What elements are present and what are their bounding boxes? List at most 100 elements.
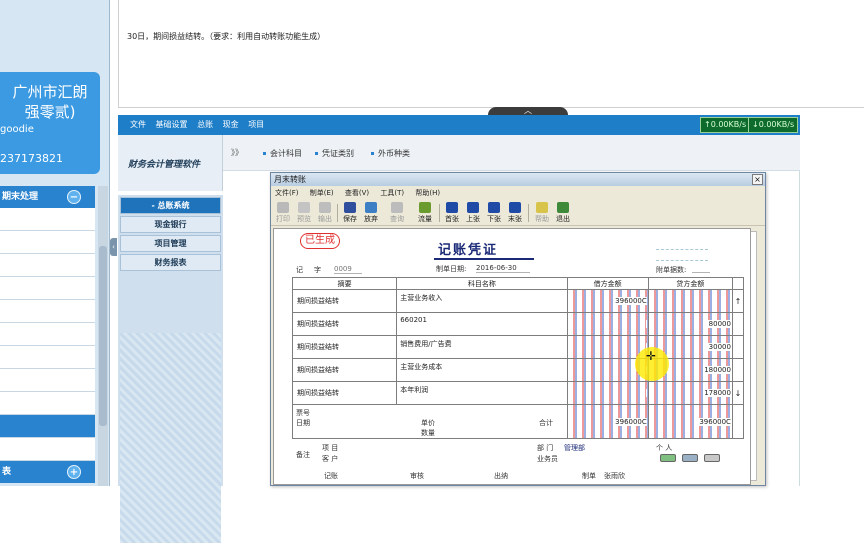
task-item[interactable] bbox=[0, 300, 95, 323]
dialog-menu-help[interactable]: 帮助(H) bbox=[415, 189, 440, 197]
company-name: 广州市汇朗 强零贰) bbox=[0, 82, 100, 122]
task-item[interactable] bbox=[0, 231, 95, 254]
menu-file[interactable]: 文件 bbox=[130, 120, 146, 129]
module-cash-bank[interactable]: 现金银行 bbox=[120, 216, 221, 233]
person-icon-1[interactable] bbox=[660, 454, 676, 462]
debit-cell[interactable] bbox=[566, 312, 649, 336]
person-icon-3[interactable] bbox=[704, 454, 720, 462]
task-item[interactable] bbox=[0, 323, 95, 346]
shortcut-chart-of-accounts[interactable]: 会计科目 bbox=[263, 148, 302, 159]
task-item[interactable] bbox=[0, 208, 95, 231]
dialog-menu-make[interactable]: 制单(E) bbox=[310, 189, 334, 197]
menu-project[interactable]: 项目 bbox=[248, 120, 264, 129]
save-button[interactable]: 保存 bbox=[340, 201, 360, 225]
scroll-track[interactable] bbox=[731, 358, 745, 382]
scrollbar-thumb[interactable] bbox=[99, 246, 107, 426]
last-icon bbox=[509, 202, 521, 213]
prev-button[interactable]: 上张 bbox=[463, 201, 483, 225]
dialog-title-bar[interactable]: 月末转账 × bbox=[271, 173, 765, 186]
module-financial-reports[interactable]: 财务报表 bbox=[120, 254, 221, 271]
menu-basic-settings[interactable]: 基础设置 bbox=[156, 120, 188, 129]
shortcut-voucher-types[interactable]: 凭证类别 bbox=[315, 148, 354, 159]
task-section-reports[interactable]: 表 + bbox=[0, 461, 95, 483]
dialog-menu-file[interactable]: 文件(F) bbox=[275, 189, 299, 197]
voucher-date-field[interactable]: 2016-06-30 bbox=[476, 264, 530, 273]
double-chevron-icon: 》》 bbox=[231, 148, 243, 157]
summary-cell[interactable]: 期间损益结转 bbox=[291, 289, 398, 313]
scroll-down-icon[interactable]: ↓ bbox=[731, 381, 745, 405]
expand-icon[interactable]: + bbox=[67, 465, 81, 479]
shortcut-currencies[interactable]: 外币种类 bbox=[371, 148, 410, 159]
username: goodie bbox=[0, 124, 34, 135]
task-item-selected[interactable] bbox=[0, 415, 95, 438]
total-label: 合计 bbox=[539, 419, 553, 427]
task-panel: 广州市汇朗 强零贰) goodie 237173821 期末处理 − 表 + bbox=[0, 0, 110, 486]
scroll-up-icon[interactable]: ↑ bbox=[731, 289, 745, 313]
debit-cell[interactable]: 396000C bbox=[566, 289, 649, 313]
credit-cell[interactable]: 80000 bbox=[647, 312, 733, 336]
person-icon-2[interactable] bbox=[682, 454, 698, 462]
close-icon[interactable]: × bbox=[752, 174, 763, 185]
summary-cell[interactable]: 期间损益结转 bbox=[291, 381, 398, 405]
task-scrollbar[interactable] bbox=[98, 186, 108, 486]
table-row[interactable]: 期间损益结转 660201 80000 bbox=[291, 312, 745, 336]
account-cell[interactable]: 本年利润 bbox=[396, 381, 568, 405]
undo-button[interactable]: 放弃 bbox=[361, 201, 381, 225]
table-row[interactable]: 期间损益结转 销售费用/广告费 30000 bbox=[291, 335, 745, 359]
account-cell[interactable]: 主营业务成本 bbox=[396, 358, 568, 382]
credit-cell[interactable] bbox=[647, 289, 733, 313]
collapse-icon[interactable]: − bbox=[67, 190, 81, 204]
task-item[interactable] bbox=[0, 369, 95, 392]
next-button[interactable]: 下张 bbox=[484, 201, 504, 225]
menu-general-ledger[interactable]: 总账 bbox=[197, 120, 213, 129]
summary-cell[interactable]: 期间损益结转 bbox=[291, 312, 398, 336]
summary-cell[interactable]: 期间损益结转 bbox=[291, 358, 398, 382]
task-item[interactable] bbox=[0, 346, 95, 369]
account-cell[interactable]: 主营业务收入 bbox=[396, 289, 568, 313]
account-cell[interactable]: 660201 bbox=[396, 312, 568, 336]
expand-description-button[interactable]: ︿ bbox=[488, 107, 568, 115]
task-item[interactable] bbox=[0, 277, 95, 300]
voucher-title-underline bbox=[434, 258, 534, 260]
task-description-text: 30日，期间损益结转。（要求：利用自动转账功能生成） bbox=[127, 32, 326, 41]
table-row[interactable]: 期间损益结转 本年利润 178000 ↓ bbox=[291, 381, 745, 405]
first-button[interactable]: 首张 bbox=[442, 201, 462, 225]
flow-icon bbox=[419, 202, 431, 213]
dialog-menu-view[interactable]: 查看(V) bbox=[345, 189, 369, 197]
exit-button[interactable]: 退出 bbox=[553, 201, 573, 225]
quantity-label: 数量 bbox=[421, 429, 435, 437]
attachments-field[interactable] bbox=[692, 265, 710, 273]
module-project-mgmt[interactable]: 项目管理 bbox=[120, 235, 221, 252]
credit-cell[interactable]: 178000 bbox=[647, 381, 733, 405]
table-row[interactable]: 期间损益结转 主营业务收入 396000C ↑ bbox=[291, 289, 745, 313]
collapse-panel-button[interactable]: ‹ bbox=[110, 238, 117, 256]
table-row[interactable]: 期间损益结转 主营业务成本 180000 bbox=[291, 358, 745, 382]
scroll-track[interactable] bbox=[731, 335, 745, 359]
last-button[interactable]: 末张 bbox=[505, 201, 525, 225]
help-button[interactable]: 帮助 bbox=[532, 201, 552, 225]
scroll-track[interactable] bbox=[731, 312, 745, 336]
module-general-ledger[interactable]: - 总账系统 bbox=[120, 197, 221, 214]
menu-cash[interactable]: 现金 bbox=[223, 120, 239, 129]
account-cell[interactable]: 销售费用/广告费 bbox=[396, 335, 568, 359]
cash-flow-button[interactable]: 流量 bbox=[415, 201, 435, 225]
dept-value[interactable]: 管理部 bbox=[564, 443, 585, 453]
dialog-menu-tools[interactable]: 工具(T) bbox=[380, 189, 404, 197]
help-label: 帮助 bbox=[535, 215, 549, 223]
export-button[interactable]: 输出 bbox=[315, 201, 335, 225]
task-item[interactable] bbox=[0, 254, 95, 277]
voucher-number[interactable]: 0009 bbox=[334, 265, 362, 274]
task-item[interactable] bbox=[0, 438, 95, 461]
debit-cell[interactable] bbox=[566, 381, 649, 405]
print-button[interactable]: 打印 bbox=[273, 201, 293, 225]
task-item[interactable] bbox=[0, 392, 95, 415]
task-section-period-end[interactable]: 期末处理 − bbox=[0, 186, 95, 208]
next-icon bbox=[488, 202, 500, 213]
debit-value: 396000C bbox=[614, 297, 647, 305]
preview-button[interactable]: 预览 bbox=[294, 201, 314, 225]
query-button[interactable]: 查询 bbox=[387, 201, 407, 225]
save-icon bbox=[344, 202, 356, 213]
credit-value: 178000 bbox=[703, 389, 731, 397]
summary-cell[interactable]: 期间损益结转 bbox=[291, 335, 398, 359]
maker-label: 制单 bbox=[582, 472, 596, 480]
